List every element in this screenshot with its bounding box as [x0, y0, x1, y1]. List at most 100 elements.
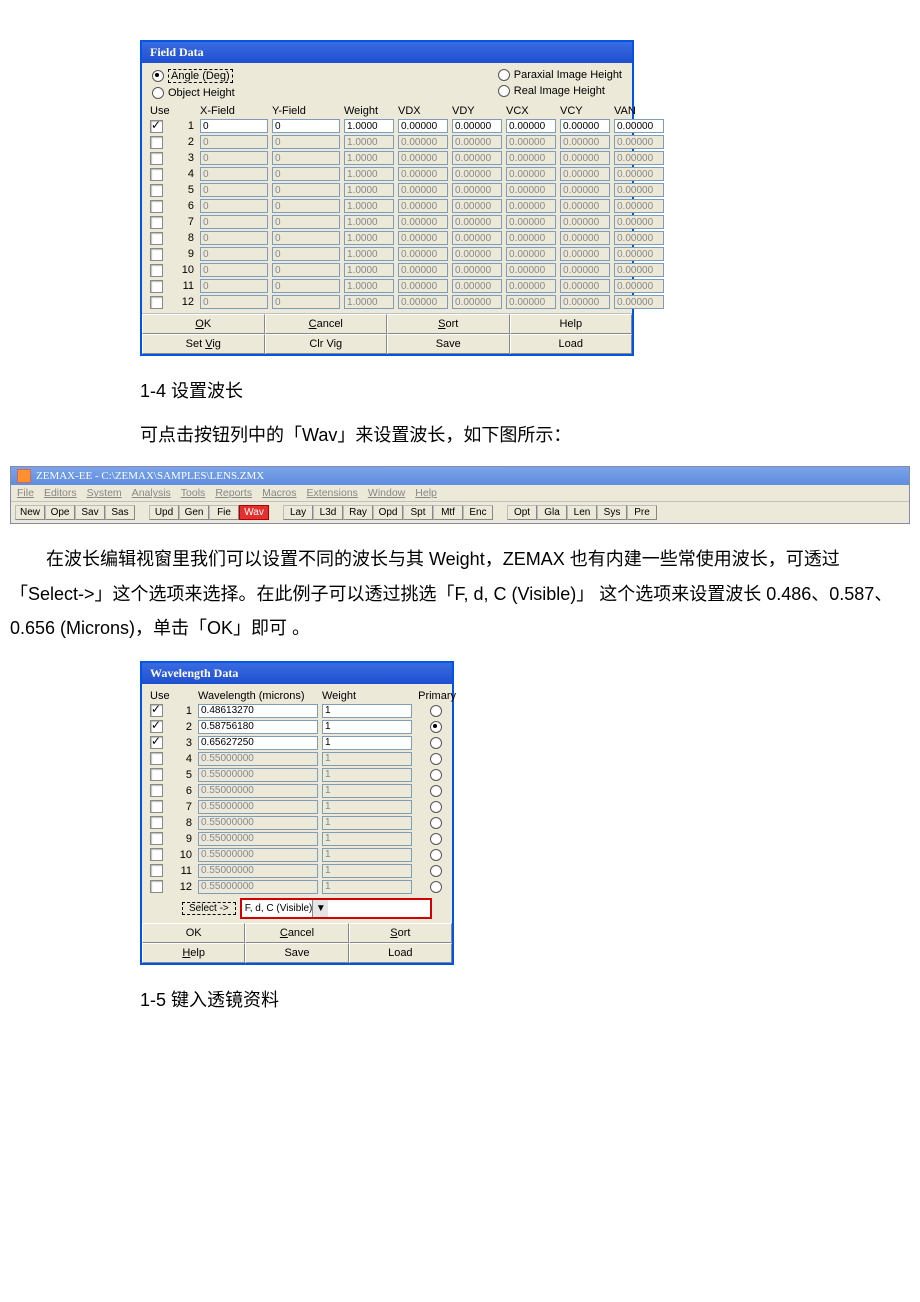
weight-input[interactable] — [322, 880, 412, 894]
wavelength-preset-combo[interactable]: F, d, C (Visible) ▼ — [240, 898, 432, 919]
cell-vdy[interactable] — [452, 183, 502, 197]
use-checkbox[interactable] — [150, 136, 163, 149]
cell-w[interactable] — [344, 279, 394, 293]
toolbar-ope-button[interactable]: Ope — [45, 505, 75, 520]
cell-w[interactable] — [344, 295, 394, 309]
menu-item[interactable]: Tools — [181, 487, 206, 499]
wl-cancel-button[interactable]: Cancel — [245, 923, 348, 943]
cell-vcx[interactable] — [506, 263, 556, 277]
weight-input[interactable] — [322, 720, 412, 734]
weight-input[interactable] — [322, 768, 412, 782]
toolbar-spt-button[interactable]: Spt — [403, 505, 433, 520]
use-checkbox[interactable] — [150, 120, 163, 133]
use-checkbox[interactable] — [150, 768, 163, 781]
clr-vig-button[interactable]: Clr Vig — [265, 334, 388, 354]
use-checkbox[interactable] — [150, 152, 163, 165]
use-checkbox[interactable] — [150, 864, 163, 877]
primary-radio[interactable] — [430, 769, 442, 781]
cell-w[interactable] — [344, 135, 394, 149]
cell-vcy[interactable] — [560, 151, 610, 165]
primary-radio[interactable] — [430, 753, 442, 765]
toolbar-gen-button[interactable]: Gen — [179, 505, 209, 520]
cell-vdy[interactable] — [452, 279, 502, 293]
wavelength-input[interactable] — [198, 720, 318, 734]
primary-radio[interactable] — [430, 785, 442, 797]
wavelength-input[interactable] — [198, 880, 318, 894]
cell-y[interactable] — [272, 231, 340, 245]
cell-vdy[interactable] — [452, 199, 502, 213]
cell-vdy[interactable] — [452, 295, 502, 309]
cell-vcy[interactable] — [560, 119, 610, 133]
use-checkbox[interactable] — [150, 752, 163, 765]
cell-vcx[interactable] — [506, 231, 556, 245]
cell-van[interactable] — [614, 199, 664, 213]
radio-object-height[interactable]: Object Height — [152, 87, 235, 99]
cell-x[interactable] — [200, 279, 268, 293]
cell-x[interactable] — [200, 151, 268, 165]
cell-y[interactable] — [272, 215, 340, 229]
cell-x[interactable] — [200, 167, 268, 181]
cell-vdx[interactable] — [398, 263, 448, 277]
cell-vdx[interactable] — [398, 215, 448, 229]
wavelength-input[interactable] — [198, 784, 318, 798]
use-checkbox[interactable] — [150, 168, 163, 181]
use-checkbox[interactable] — [150, 264, 163, 277]
cell-x[interactable] — [200, 199, 268, 213]
toolbar-l3d-button[interactable]: L3d — [313, 505, 343, 520]
cell-van[interactable] — [614, 135, 664, 149]
cell-vdy[interactable] — [452, 247, 502, 261]
cell-van[interactable] — [614, 263, 664, 277]
use-checkbox[interactable] — [150, 736, 163, 749]
primary-radio[interactable] — [430, 721, 442, 733]
wl-sort-button[interactable]: Sort — [349, 923, 452, 943]
weight-input[interactable] — [322, 816, 412, 830]
menu-item[interactable]: File — [17, 487, 34, 499]
wavelength-input[interactable] — [198, 864, 318, 878]
cell-w[interactable] — [344, 199, 394, 213]
cell-vdx[interactable] — [398, 167, 448, 181]
toolbar-upd-button[interactable]: Upd — [149, 505, 179, 520]
use-checkbox[interactable] — [150, 280, 163, 293]
primary-radio[interactable] — [430, 817, 442, 829]
cell-y[interactable] — [272, 295, 340, 309]
cell-x[interactable] — [200, 295, 268, 309]
cell-vdx[interactable] — [398, 151, 448, 165]
toolbar-opd-button[interactable]: Opd — [373, 505, 403, 520]
cell-w[interactable] — [344, 215, 394, 229]
cell-w[interactable] — [344, 167, 394, 181]
wavelength-input[interactable] — [198, 768, 318, 782]
toolbar-gla-button[interactable]: Gla — [537, 505, 567, 520]
menu-item[interactable]: Help — [415, 487, 437, 499]
cell-vcy[interactable] — [560, 231, 610, 245]
cell-vcy[interactable] — [560, 199, 610, 213]
cell-w[interactable] — [344, 151, 394, 165]
wl-load-button[interactable]: Load — [349, 943, 452, 963]
menu-item[interactable]: Extensions — [307, 487, 358, 499]
cell-vcy[interactable] — [560, 215, 610, 229]
cell-van[interactable] — [614, 119, 664, 133]
cell-y[interactable] — [272, 183, 340, 197]
cell-vcy[interactable] — [560, 167, 610, 181]
use-checkbox[interactable] — [150, 720, 163, 733]
wl-save-button[interactable]: Save — [245, 943, 348, 963]
cell-vdy[interactable] — [452, 135, 502, 149]
cell-x[interactable] — [200, 231, 268, 245]
primary-radio[interactable] — [430, 881, 442, 893]
cell-x[interactable] — [200, 119, 268, 133]
cell-y[interactable] — [272, 199, 340, 213]
cell-w[interactable] — [344, 247, 394, 261]
cell-vcx[interactable] — [506, 119, 556, 133]
use-checkbox[interactable] — [150, 880, 163, 893]
cell-van[interactable] — [614, 215, 664, 229]
cell-vdx[interactable] — [398, 247, 448, 261]
radio-paraxial-image-height[interactable]: Paraxial Image Height — [498, 69, 622, 81]
weight-input[interactable] — [322, 864, 412, 878]
toolbar-wav-button[interactable]: Wav — [239, 505, 269, 520]
cell-vcx[interactable] — [506, 151, 556, 165]
weight-input[interactable] — [322, 800, 412, 814]
cell-vdx[interactable] — [398, 135, 448, 149]
use-checkbox[interactable] — [150, 216, 163, 229]
cell-w[interactable] — [344, 119, 394, 133]
cell-vdx[interactable] — [398, 295, 448, 309]
cell-vdx[interactable] — [398, 279, 448, 293]
